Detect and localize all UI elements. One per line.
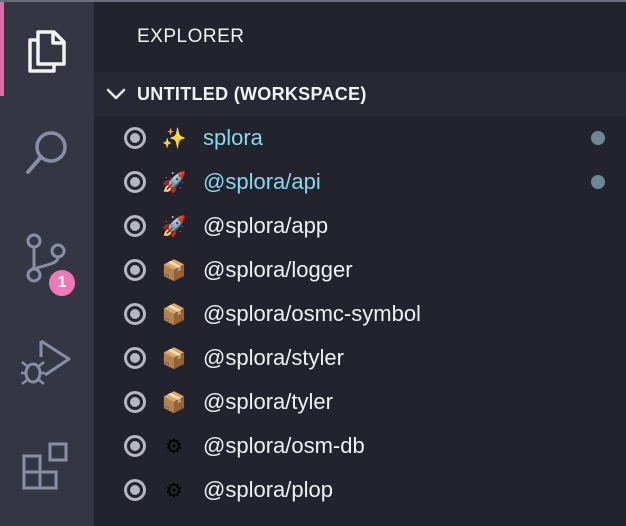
folder-item[interactable]: 📦 @splora/styler: [94, 336, 626, 380]
folder-label: @splora/osm-db: [203, 433, 365, 458]
package-icon: 📦: [161, 258, 187, 282]
workspace-folder-list: ✨ splora 🚀 @splora/api 🚀 @splora/app 📦 @splora/…: [94, 116, 626, 512]
folder-root-icon: [124, 215, 146, 237]
modified-indicator-dot: [591, 175, 605, 189]
extensions-icon: [22, 442, 68, 490]
folder-label: @splora/plop: [203, 477, 333, 502]
folder-root-icon-center: [130, 353, 140, 363]
source-control-badge: 1: [47, 268, 77, 298]
folder-root-icon-center: [130, 309, 140, 319]
folder-root-icon-center: [130, 397, 140, 407]
folder-label: @splora/logger: [203, 257, 353, 282]
package-icon: 📦: [161, 302, 187, 326]
folder-item[interactable]: 🚀 @splora/app: [94, 204, 626, 248]
folder-item[interactable]: 📦 @splora/tyler: [94, 380, 626, 424]
folder-root-icon: [124, 391, 146, 413]
folder-root-icon: [124, 435, 146, 457]
sparkles-icon: ✨: [161, 126, 187, 150]
folder-root-icon: [124, 171, 146, 193]
folder-root-icon: [124, 127, 146, 149]
folder-item[interactable]: ✨ splora: [94, 116, 626, 160]
rocket-icon: 🚀: [161, 214, 187, 238]
run-debug-button[interactable]: [0, 316, 94, 410]
folder-item[interactable]: 📦 @splora/osmc-symbol: [94, 292, 626, 336]
gear-icon: ⚙: [165, 434, 183, 458]
folder-label: @splora/tyler: [203, 389, 333, 414]
package-icon: 📦: [161, 390, 187, 414]
folder-label: @splora/osmc-symbol: [203, 301, 421, 326]
package-icon: 📦: [161, 346, 187, 370]
folder-root-icon: [124, 303, 146, 325]
folder-root-icon: [124, 259, 146, 281]
folder-root-icon: [124, 347, 146, 369]
activity-bar: 1: [0, 2, 94, 526]
extensions-button[interactable]: [0, 420, 94, 514]
folder-item[interactable]: ⚙ @splora/osm-db: [94, 424, 626, 468]
folder-label: @splora/app: [203, 213, 329, 238]
folder-label: @splora/api: [203, 169, 321, 194]
run-debug-icon: [21, 339, 71, 385]
folder-root-icon-center: [130, 177, 140, 187]
folder-item[interactable]: ⚙ @splora/plop: [94, 468, 626, 512]
folder-item[interactable]: 🚀 @splora/api: [94, 160, 626, 204]
folder-root-icon-center: [130, 265, 140, 275]
folder-root-icon-center: [130, 441, 140, 451]
explorer-icon: [28, 30, 66, 73]
explorer-sidebar: EXPLORER UNTITLED (WORKSPACE) ✨ splora 🚀 @s…: [94, 2, 626, 526]
chevron-down-icon: [106, 84, 126, 104]
folder-item[interactable]: 📦 @splora/logger: [94, 248, 626, 292]
folder-label: @splora/styler: [203, 345, 344, 370]
search-icon: [26, 131, 67, 174]
folder-root-icon-center: [130, 133, 140, 143]
workspace-section-header[interactable]: UNTITLED (WORKSPACE): [94, 72, 626, 116]
gear-icon: ⚙: [165, 478, 183, 502]
sidebar-title: EXPLORER: [137, 26, 245, 47]
workspace-section-label: UNTITLED (WORKSPACE): [137, 83, 367, 104]
folder-label: splora: [203, 125, 263, 150]
source-control-button[interactable]: 1: [0, 212, 94, 306]
explorer-button[interactable]: [0, 2, 94, 96]
folder-root-icon: [124, 479, 146, 501]
folder-root-icon-center: [130, 221, 140, 231]
rocket-icon: 🚀: [161, 170, 187, 194]
modified-indicator-dot: [591, 131, 605, 145]
search-button[interactable]: [0, 106, 94, 200]
folder-root-icon-center: [130, 485, 140, 495]
